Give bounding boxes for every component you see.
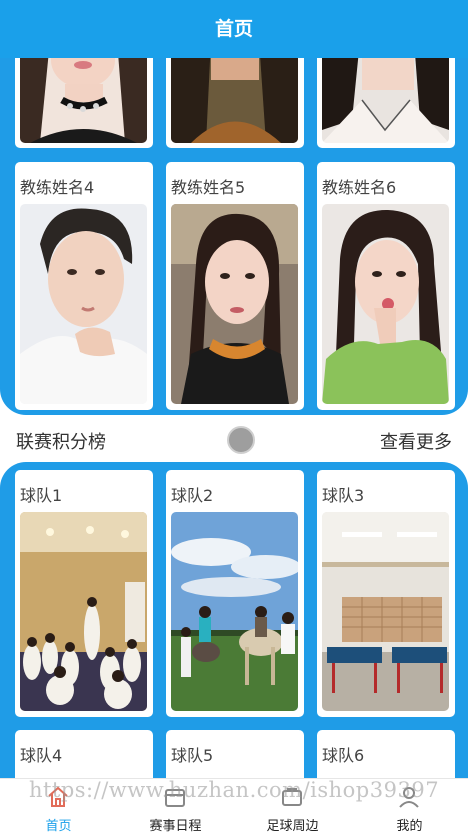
team-name: 球队5 bbox=[171, 746, 214, 765]
tab-profile[interactable]: 我的 bbox=[351, 779, 468, 835]
calendar-icon bbox=[163, 785, 187, 809]
team-name: 球队1 bbox=[20, 486, 63, 505]
page-title: 首页 bbox=[214, 18, 253, 40]
coach-card[interactable]: 教练姓名6 bbox=[317, 162, 455, 410]
team-name: 球队3 bbox=[322, 486, 365, 505]
team-card[interactable]: 球队2 bbox=[166, 470, 304, 717]
team-card[interactable]: 球队1 bbox=[15, 470, 153, 717]
tab-label: 赛事日程 bbox=[149, 819, 202, 834]
team-photo bbox=[171, 512, 298, 711]
team-name: 球队2 bbox=[171, 486, 214, 505]
coach-name: 教练姓名5 bbox=[171, 178, 246, 197]
bottom-tab-bar: 首页 赛事日程 足球周边 我的 bbox=[0, 778, 468, 835]
coach-card[interactable]: 教练姓名5 bbox=[166, 162, 304, 410]
team-grid: 球队1 球队2 球队3 球队4 球队5 球队6 bbox=[0, 462, 468, 810]
coach-name: 教练姓名6 bbox=[322, 178, 397, 197]
standings-header: 联赛积分榜 查看更多 bbox=[0, 418, 468, 460]
team-card[interactable]: 球队3 bbox=[317, 470, 455, 717]
page-header: 首页 bbox=[0, 0, 468, 58]
coach-photo bbox=[322, 204, 449, 404]
tab-label: 足球周边 bbox=[266, 819, 319, 834]
user-icon bbox=[397, 785, 421, 809]
coach-grid: 教练姓名4 教练姓名5 教练姓名6 bbox=[0, 40, 468, 415]
home-icon bbox=[46, 785, 70, 809]
tab-label: 首页 bbox=[45, 819, 72, 834]
standings-title: 联赛积分榜 bbox=[16, 432, 106, 453]
coach-name: 教练姓名4 bbox=[20, 178, 95, 197]
team-name: 球队6 bbox=[322, 746, 365, 765]
coach-photo bbox=[20, 204, 147, 404]
team-photo bbox=[20, 512, 147, 711]
tab-home[interactable]: 首页 bbox=[0, 779, 117, 835]
team-photo bbox=[322, 512, 449, 711]
team-name: 球队4 bbox=[20, 746, 63, 765]
tab-shop[interactable]: 足球周边 bbox=[234, 779, 351, 835]
coach-photo bbox=[171, 204, 298, 404]
float-ball-icon[interactable] bbox=[227, 426, 255, 454]
tab-schedule[interactable]: 赛事日程 bbox=[117, 779, 234, 835]
view-more-link[interactable]: 查看更多 bbox=[380, 428, 452, 454]
tab-label: 我的 bbox=[396, 819, 423, 834]
coach-card[interactable]: 教练姓名4 bbox=[15, 162, 153, 410]
shop-icon bbox=[280, 785, 304, 809]
